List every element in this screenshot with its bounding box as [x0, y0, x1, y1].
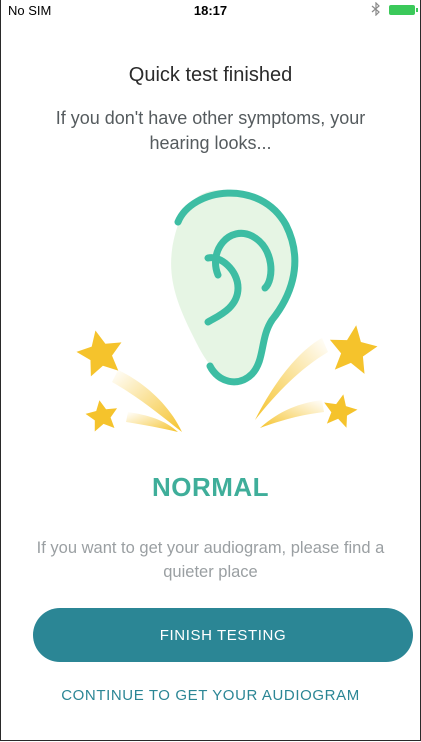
result-label: NORMAL	[151, 472, 270, 502]
battery-tip	[416, 8, 418, 12]
finish-testing-button[interactable]: FINISH TESTING	[33, 608, 413, 662]
audiogram-hint: If you want to get your audiogram, pleas…	[36, 539, 385, 581]
ear-with-stars-icon	[60, 170, 380, 460]
page-title: Quick test finished	[128, 64, 293, 86]
bluetooth-icon	[371, 1, 381, 19]
clock: 18:17	[193, 3, 228, 18]
page-subtitle: If you don't have other symptoms, your h…	[55, 108, 366, 153]
battery-icon	[389, 5, 415, 15]
continue-to-audiogram-link[interactable]: CONTINUE TO GET YOUR AUDIOGRAM	[0, 687, 421, 704]
status-bar: No SIM 18:17	[0, 0, 421, 22]
